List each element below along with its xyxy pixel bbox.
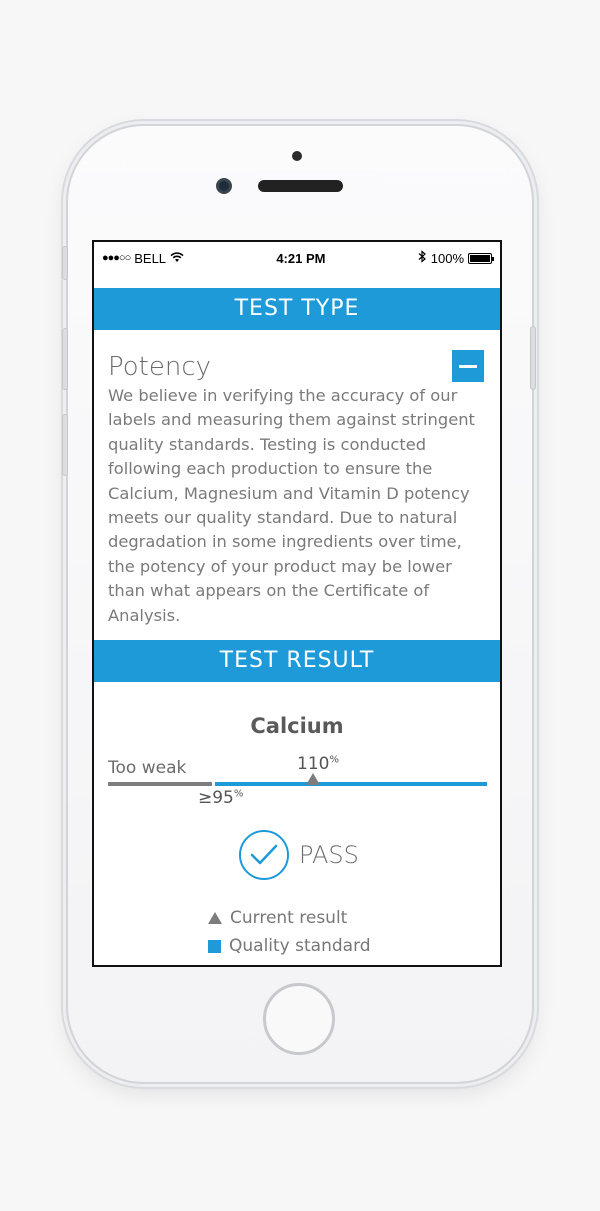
legend-current-result-label: Current result	[230, 908, 348, 928]
pass-status: PASS	[239, 830, 359, 880]
triangle-icon	[208, 912, 222, 924]
test-result-header: TEST RESULT	[94, 640, 500, 682]
mute-switch	[62, 246, 68, 280]
too-weak-label: Too weak	[108, 758, 187, 778]
volume-up-button	[62, 328, 68, 390]
earpiece-speaker	[258, 180, 343, 192]
test-type-description: We believe in verifying the accuracy of …	[108, 386, 475, 625]
test-type-header: TEST TYPE	[94, 288, 500, 330]
proximity-sensor	[292, 151, 302, 161]
threshold-value: ≥95%	[198, 788, 244, 808]
battery-percent: 100%	[430, 250, 464, 266]
current-result-value: 110%	[297, 754, 339, 774]
test-type-title: Potency	[108, 352, 212, 382]
legend-quality-standard: Quality standard	[208, 932, 371, 960]
legend: Current result Quality standard	[208, 904, 371, 960]
check-circle-icon	[239, 830, 289, 880]
front-camera	[216, 178, 232, 194]
battery-icon	[468, 252, 494, 264]
wifi-icon	[170, 251, 184, 266]
signal-strength-icon: ●●●○○	[102, 252, 131, 264]
collapse-button[interactable]	[452, 350, 484, 382]
current-result-marker	[306, 773, 320, 785]
pass-label: PASS	[299, 841, 359, 869]
carrier-name: BELL	[134, 250, 167, 266]
too-weak-range-bar	[108, 782, 212, 786]
legend-quality-standard-label: Quality standard	[229, 936, 371, 956]
legend-current-result: Current result	[208, 904, 371, 932]
status-time: 4:21 PM	[276, 250, 326, 266]
phone-screen: ●●●○○ BELL 4:21 PM 100% TEST TYPE Potenc…	[92, 240, 502, 967]
test-result-section: Calcium Too weak 110% ≥95% PASS Current …	[94, 682, 500, 962]
analyte-name: Calcium	[250, 714, 344, 738]
potency-section: Potency We believe in verifying the accu…	[94, 330, 500, 640]
status-bar: ●●●○○ BELL 4:21 PM 100%	[94, 242, 500, 274]
minus-icon	[459, 364, 477, 368]
quality-standard-range-bar	[215, 782, 487, 786]
square-icon	[208, 939, 221, 953]
bluetooth-icon	[418, 250, 427, 266]
home-button[interactable]	[263, 983, 335, 1055]
volume-down-button	[62, 414, 68, 476]
power-button	[530, 326, 536, 390]
